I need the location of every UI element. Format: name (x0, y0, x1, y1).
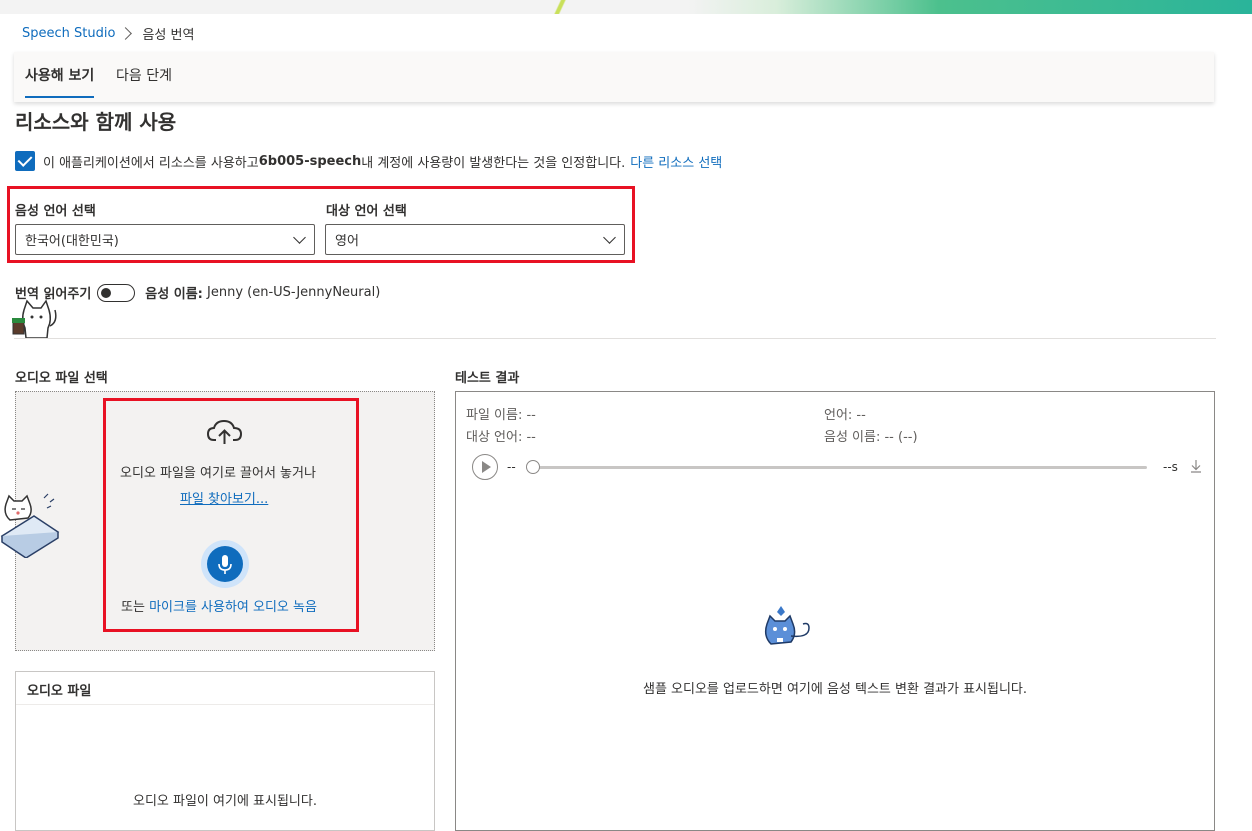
section-divider (14, 338, 1216, 339)
tab-next-steps[interactable]: 다음 단계 (116, 65, 172, 85)
blue-cat-sticker-icon (764, 606, 810, 645)
top-banner (0, 0, 1252, 14)
download-icon[interactable] (1190, 459, 1202, 473)
audio-file-panel: 오디오 파일 오디오 파일이 여기에 표시됩니다. (15, 671, 435, 831)
test-results-title: 테스트 결과 (455, 371, 520, 386)
readout-toggle[interactable] (97, 283, 136, 302)
consent-row: 이 애플리케이션에서 리소스를 사용하고 6b005-speech 내 계정에 … (15, 151, 722, 171)
browse-files-link[interactable]: 파일 찾아보기... (180, 488, 268, 507)
audio-file-empty-text: 오디오 파일이 여기에 표시됩니다. (133, 794, 317, 809)
banner-stripe (548, 0, 572, 14)
target-language-label: 대상 언어 선택 (326, 204, 407, 219)
audio-select-title: 오디오 파일 선택 (15, 371, 108, 386)
tab-try-it[interactable]: 사용해 보기 (25, 65, 95, 98)
drop-instructions: 오디오 파일을 여기로 끌어서 놓거나 (120, 466, 316, 481)
readout-row: 번역 읽어주기 음성 이름: Jenny (en-US-JennyNeural) (15, 283, 380, 302)
consent-checkbox[interactable] (15, 151, 35, 171)
test-results-panel (455, 391, 1215, 831)
cat-sticker-icon (12, 299, 57, 339)
chevron-down-icon (293, 231, 306, 244)
chevron-right-icon (119, 27, 133, 40)
playback-duration: --s (1163, 460, 1178, 474)
consent-prefix: 이 애플리케이션에서 리소스를 사용하고 (43, 155, 259, 171)
resource-name: 6b005-speech (258, 153, 362, 169)
record-instructions: 또는 마이크를 사용하여 오디오 녹음 (121, 596, 317, 615)
or-text: 또는 (121, 600, 150, 615)
tab-bar: 사용해 보기 다음 단계 (14, 52, 1214, 102)
result-file-name: 파일 이름: -- (466, 408, 536, 423)
source-language-label: 음성 언어 선택 (15, 204, 96, 219)
target-language-select[interactable]: 영어 (325, 224, 625, 255)
result-target-language: 대상 언어: -- (466, 430, 536, 445)
consent-suffix: 내 계정에 사용량이 발생한다는 것을 인정합니다. (361, 155, 626, 171)
record-mic-link[interactable]: 마이크를 사용하여 오디오 녹음 (149, 600, 317, 615)
chevron-down-icon (603, 231, 616, 244)
voice-name-value: Jenny (en-US-JennyNeural) (207, 285, 381, 300)
play-button[interactable] (472, 454, 498, 480)
results-empty-text: 샘플 오디오를 업로드하면 여기에 음성 텍스트 변환 결과가 표시됩니다. (642, 682, 1028, 697)
record-mic-button[interactable] (207, 546, 243, 582)
cloud-upload-icon (206, 419, 243, 444)
voice-name-label: 음성 이름: (145, 287, 203, 302)
change-resource-link[interactable]: 다른 리소스 선택 (630, 152, 722, 171)
resource-section-title: 리소스와 함께 사용 (15, 110, 177, 134)
playback-track[interactable] (533, 466, 1147, 469)
result-voice-name: 음성 이름: -- (--) (824, 430, 918, 445)
toggle-knob (101, 287, 112, 298)
source-language-value: 한국어(대한민국) (25, 234, 119, 249)
audio-file-title: 오디오 파일 (27, 684, 92, 699)
microphone-icon (218, 555, 232, 574)
breadcrumb: Speech Studio 음성 번역 (22, 24, 194, 43)
playback-current-time: -- (507, 460, 516, 474)
breadcrumb-speech-studio[interactable]: Speech Studio (22, 26, 115, 41)
breadcrumb-current: 음성 번역 (142, 28, 195, 43)
source-language-select[interactable]: 한국어(대한민국) (15, 224, 315, 255)
sleeping-cat-sticker-icon (0, 493, 60, 558)
playback-slider-thumb[interactable] (526, 460, 540, 474)
audio-file-header: 오디오 파일 (16, 672, 434, 705)
result-language: 언어: -- (824, 408, 866, 423)
target-language-value: 영어 (335, 234, 359, 249)
